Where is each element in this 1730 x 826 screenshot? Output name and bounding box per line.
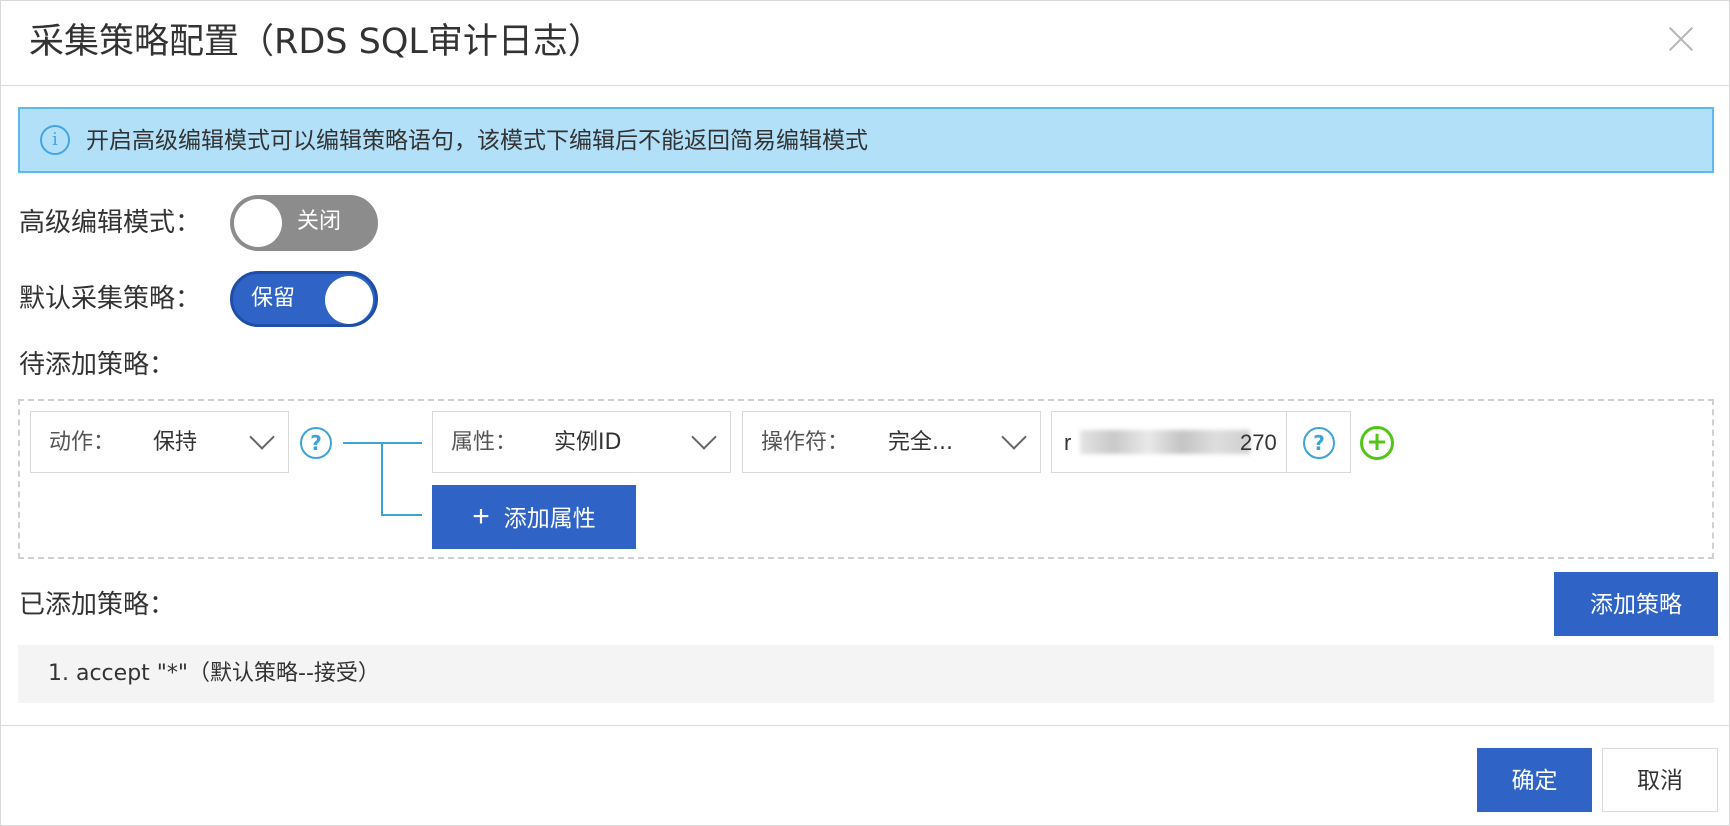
attribute-select[interactable]: 属性： 实例ID <box>432 411 731 473</box>
dialog-title: 采集策略配置（RDS SQL审计日志） <box>29 22 603 62</box>
operator-select-value: 完全... <box>888 430 953 455</box>
input-divider <box>1286 412 1287 472</box>
action-select-label: 动作： <box>49 430 116 455</box>
chevron-down-icon <box>249 424 275 450</box>
list-item: 1. accept "*"（默认策略--接受） <box>48 661 380 686</box>
redacted-text <box>1080 430 1250 454</box>
attribute-select-label: 属性： <box>451 430 518 455</box>
value-input-suffix: 270 <box>1240 430 1277 455</box>
toggle-knob <box>234 199 282 247</box>
add-policy-button[interactable]: 添加策略 <box>1554 572 1718 636</box>
policy-config-dialog: 采集策略配置（RDS SQL审计日志） i 开启高级编辑模式可以编辑策略语句，该… <box>0 0 1730 826</box>
info-icon: i <box>40 125 70 155</box>
plus-icon: + <box>472 500 490 533</box>
add-condition-icon[interactable]: + <box>1360 426 1394 460</box>
connector-line <box>381 442 383 516</box>
toggle-knob <box>325 276 373 324</box>
action-select-value: 保持 <box>153 430 198 455</box>
default-policy-state: 保留 <box>251 286 296 311</box>
close-icon[interactable] <box>1663 21 1699 57</box>
connector-line <box>381 514 422 516</box>
add-attribute-label: 添加属性 <box>503 505 596 531</box>
advanced-mode-state: 关闭 <box>297 209 342 234</box>
added-policy-label: 已添加策略： <box>19 590 176 620</box>
footer-divider <box>1 725 1729 726</box>
default-policy-toggle[interactable]: 保留 <box>230 271 378 327</box>
added-policy-list: 1. accept "*"（默认策略--接受） <box>18 645 1714 703</box>
operator-select-label: 操作符： <box>761 430 850 455</box>
chevron-down-icon <box>691 424 717 450</box>
pending-policy-label: 待添加策略： <box>19 350 176 380</box>
advanced-mode-toggle[interactable]: 关闭 <box>230 195 378 251</box>
help-icon[interactable]: ? <box>1303 427 1335 459</box>
dialog-header: 采集策略配置（RDS SQL审计日志） <box>1 1 1729 86</box>
value-input[interactable]: r 270 ? <box>1051 411 1351 473</box>
notice-text: 开启高级编辑模式可以编辑策略语句，该模式下编辑后不能返回简易编辑模式 <box>86 128 868 154</box>
help-icon[interactable]: ? <box>300 427 332 459</box>
chevron-down-icon <box>1001 424 1027 450</box>
attribute-select-value: 实例ID <box>554 430 622 455</box>
operator-select[interactable]: 操作符： 完全... <box>742 411 1041 473</box>
add-attribute-button[interactable]: + 添加属性 <box>432 485 636 549</box>
confirm-button[interactable]: 确定 <box>1477 748 1592 812</box>
advanced-mode-label: 高级编辑模式： <box>19 208 202 238</box>
default-policy-label: 默认采集策略： <box>19 284 202 314</box>
cancel-button[interactable]: 取消 <box>1602 748 1718 812</box>
action-select[interactable]: 动作： 保持 <box>30 411 289 473</box>
info-notice: i 开启高级编辑模式可以编辑策略语句，该模式下编辑后不能返回简易编辑模式 <box>18 107 1714 173</box>
